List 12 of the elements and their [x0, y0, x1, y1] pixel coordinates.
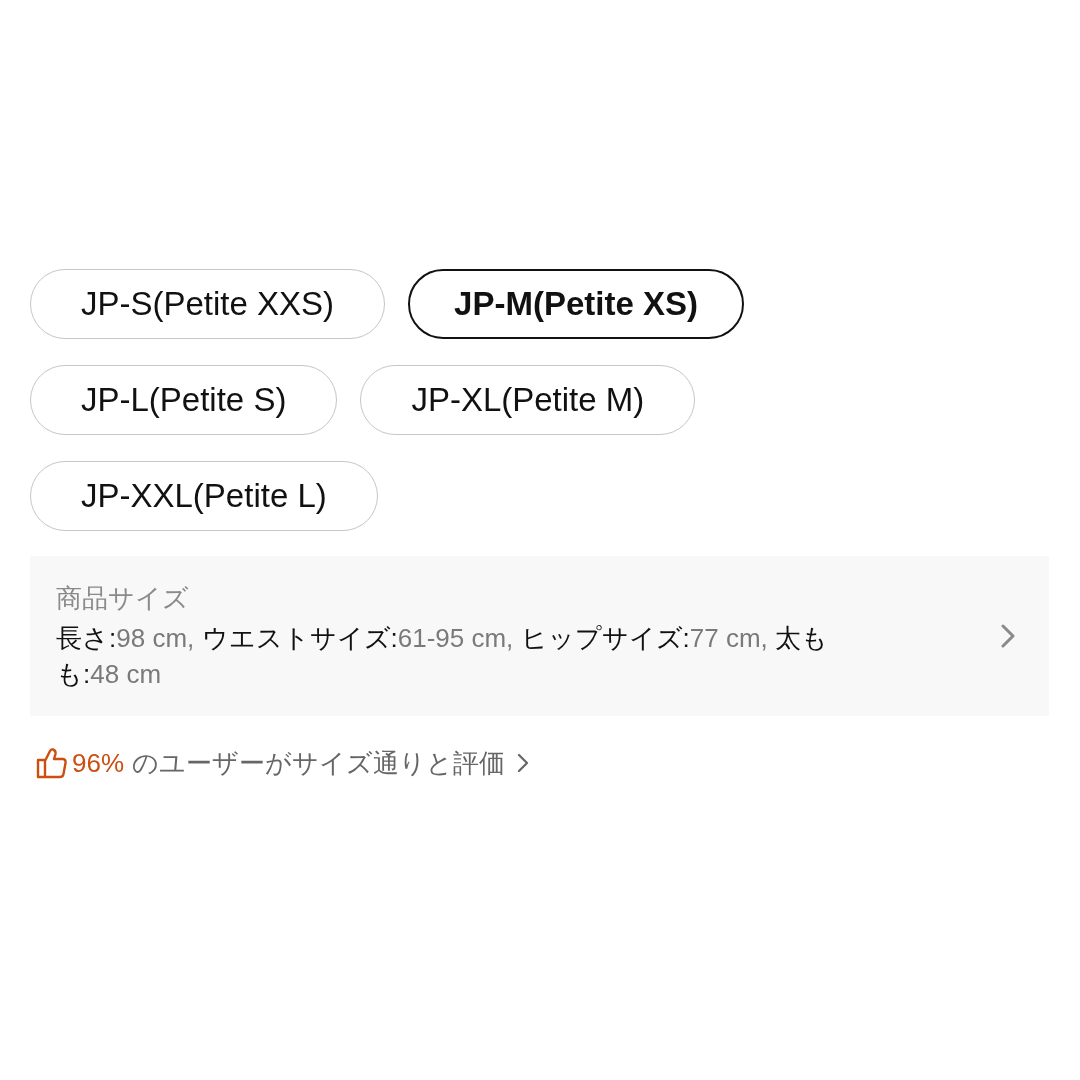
- thumbs-up-icon: [36, 747, 68, 779]
- size-option[interactable]: JP-S(Petite XXS): [30, 269, 386, 339]
- size-details-text: 長さ:98 cm, ウエストサイズ:61-95 cm, ヒップサイズ:77 cm, 太もも:48 cm: [56, 622, 830, 691]
- size-panel-title: 商品サイズ: [56, 582, 189, 615]
- fit-rating-link[interactable]: 96% のユーザーがサイズ通りと評価: [36, 746, 530, 780]
- size-option[interactable]: JP-M(Petite XS): [408, 269, 744, 339]
- size-option[interactable]: JP-L(Petite S): [30, 365, 338, 435]
- size-info-panel[interactable]: 商品サイズ 長さ:98 cm, ウエストサイズ:61-95 cm, ヒップサイズ:77 cm, 太もも:48 cm: [30, 556, 1049, 716]
- chevron-right-icon: [517, 753, 530, 773]
- chevron-right-icon: [1001, 624, 1015, 648]
- size-option[interactable]: JP-XL(Petite M): [360, 365, 696, 435]
- size-option[interactable]: JP-XXL(Petite L): [30, 461, 378, 531]
